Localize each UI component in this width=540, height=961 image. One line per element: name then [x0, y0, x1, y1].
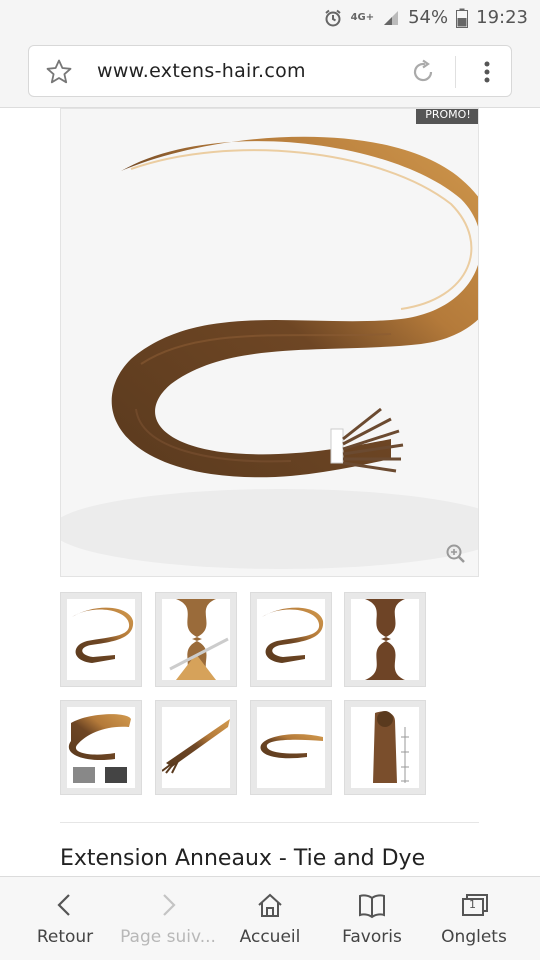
- tabs-button[interactable]: 1 Onglets: [420, 877, 528, 961]
- bookmarks-book-icon: [359, 894, 385, 919]
- back-arrow-icon: [57, 894, 70, 916]
- reload-icon[interactable]: [409, 58, 437, 90]
- section-divider: [60, 822, 479, 823]
- product-thumbnail[interactable]: [155, 700, 237, 795]
- forward-label: Page suiv...: [120, 927, 216, 947]
- network-type: 4G+: [350, 12, 375, 23]
- product-thumbnail[interactable]: [344, 700, 426, 795]
- product-main-image[interactable]: PROMO!: [60, 108, 479, 577]
- url-text[interactable]: www.extens-hair.com: [97, 60, 306, 82]
- status-bar: 4G+ 54% 19:23: [0, 0, 540, 36]
- zoom-icon[interactable]: [445, 543, 467, 569]
- back-button[interactable]: Retour: [11, 877, 119, 961]
- product-thumbnail[interactable]: [60, 592, 142, 687]
- forward-button[interactable]: Page suiv...: [114, 877, 222, 961]
- battery-icon: [456, 8, 469, 28]
- home-icon: [258, 893, 282, 917]
- bookmarks-label: Favoris: [342, 927, 402, 947]
- product-thumbnail[interactable]: [250, 700, 332, 795]
- forward-arrow-icon: [163, 894, 176, 916]
- signal-icon: [382, 9, 400, 27]
- promo-badge: PROMO!: [416, 109, 478, 124]
- tabs-label: Onglets: [441, 927, 507, 947]
- bookmarks-button[interactable]: Favoris: [318, 877, 426, 961]
- battery-percent: 54%: [408, 7, 449, 28]
- bookmark-star-icon[interactable]: [45, 58, 73, 90]
- address-bar[interactable]: www.extens-hair.com: [28, 45, 512, 97]
- web-page: PROMO! Extension Anneaux - Tie and Dye: [0, 108, 540, 876]
- product-thumbnail[interactable]: [344, 592, 426, 687]
- product-thumbnail[interactable]: [250, 592, 332, 687]
- toolbar-separator: [455, 56, 456, 88]
- overflow-menu-icon[interactable]: [473, 58, 501, 90]
- product-thumbnail[interactable]: [155, 592, 237, 687]
- alarm-icon: [323, 8, 343, 28]
- product-thumbnail[interactable]: [60, 700, 142, 795]
- product-title: Extension Anneaux - Tie and Dye: [60, 846, 426, 871]
- home-button[interactable]: Accueil: [216, 877, 324, 961]
- back-label: Retour: [36, 927, 94, 947]
- home-label: Accueil: [239, 927, 301, 947]
- browser-toolbar: www.extens-hair.com: [0, 36, 540, 108]
- tabs-count: 1: [469, 898, 476, 911]
- bottom-navigation: Retour Page suiv... Accueil Favoris 1 On…: [0, 876, 540, 960]
- clock: 19:23: [476, 7, 528, 28]
